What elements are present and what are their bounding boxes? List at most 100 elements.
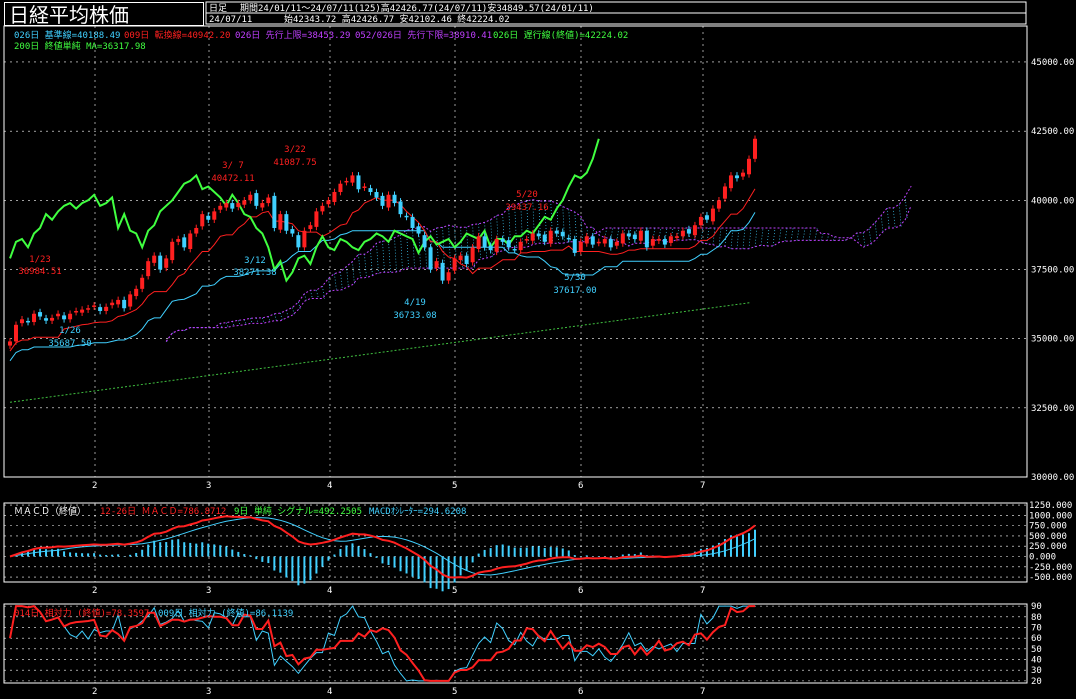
candle-body bbox=[266, 197, 271, 204]
macd-histogram-bar bbox=[754, 529, 756, 557]
candle-body bbox=[650, 239, 655, 246]
ichimoku-cloud-hatch bbox=[225, 322, 229, 328]
macd-histogram-bar bbox=[519, 547, 522, 557]
candle-body bbox=[470, 247, 475, 263]
macd-histogram-bar bbox=[39, 548, 42, 557]
candle-body bbox=[704, 215, 709, 220]
macd-histogram-bar bbox=[561, 548, 564, 557]
legend-macd-signal: 9日 単純 シグナル=492.2505 bbox=[234, 505, 362, 517]
candle-body bbox=[410, 216, 415, 228]
macd-histogram-bar bbox=[525, 547, 528, 557]
candle-body bbox=[488, 245, 493, 251]
candle-body bbox=[302, 230, 307, 248]
ichimoku-cloud-hatch bbox=[892, 207, 896, 229]
ichimoku-cloud-hatch bbox=[448, 225, 451, 269]
candle-body bbox=[482, 236, 487, 248]
macd-histogram-bar bbox=[573, 555, 576, 557]
macd-histogram-bar bbox=[93, 553, 96, 557]
candle-body bbox=[272, 195, 277, 228]
candle-body bbox=[476, 236, 481, 250]
macd-histogram-bar bbox=[501, 544, 504, 557]
macd-histogram-bar bbox=[327, 556, 330, 561]
candle-body bbox=[182, 237, 187, 248]
candle-body bbox=[380, 195, 385, 206]
ichimoku-cloud-hatch bbox=[340, 271, 343, 291]
candle-body bbox=[104, 306, 109, 311]
candle-body bbox=[512, 249, 517, 251]
ichimoku-cloud-hatch bbox=[706, 227, 710, 244]
ichimoku-cloud-hatch bbox=[886, 207, 890, 229]
rsi-x-tick-label: 3 bbox=[206, 687, 211, 697]
macd-y-tick-label: -250.000 bbox=[1029, 563, 1072, 573]
ichimoku-cloud-hatch bbox=[808, 227, 812, 241]
candle-body bbox=[446, 272, 451, 281]
macd-histogram-bar bbox=[303, 556, 306, 584]
macd-histogram-bar bbox=[465, 556, 468, 571]
macd-histogram-bar bbox=[183, 542, 186, 557]
ichimoku-cloud-hatch bbox=[802, 227, 806, 241]
macd-histogram-bar bbox=[231, 549, 234, 557]
ichimoku-cloud-hatch bbox=[376, 243, 379, 274]
macd-histogram-bar bbox=[63, 551, 66, 557]
ichimoku-cloud-hatch bbox=[778, 227, 782, 243]
price-annotation-value: 35687.50 bbox=[48, 339, 91, 349]
price-annotation-date: 1/23 bbox=[29, 255, 51, 265]
macd-histogram-bar bbox=[387, 556, 390, 565]
candle-body bbox=[326, 200, 331, 205]
macd-histogram-bar bbox=[279, 556, 282, 573]
macd-histogram-bar bbox=[99, 554, 102, 557]
macd-histogram-bar bbox=[195, 543, 198, 557]
candle-body bbox=[356, 175, 361, 190]
legend-senkou-b: 052/026日 先行下限=38910.41 bbox=[355, 29, 492, 41]
candle-body bbox=[548, 230, 553, 244]
candle-body bbox=[368, 188, 373, 193]
price-y-tick-label: 30000.00 bbox=[1031, 473, 1074, 483]
macd-histogram-bar bbox=[537, 546, 540, 557]
price-x-tick-label: 2 bbox=[92, 481, 97, 491]
candle-body bbox=[578, 241, 583, 252]
candle-body bbox=[662, 239, 667, 245]
candle-body bbox=[554, 230, 559, 234]
rsi-x-tick-label: 4 bbox=[327, 687, 332, 697]
candle-body bbox=[134, 288, 139, 297]
candle-body bbox=[632, 234, 637, 240]
candle-body bbox=[332, 192, 337, 202]
macd-histogram-bar bbox=[471, 556, 474, 563]
ichimoku-cloud-hatch bbox=[292, 307, 295, 316]
macd-histogram-bar bbox=[285, 556, 288, 578]
ichimoku-cloud-hatch bbox=[754, 227, 758, 247]
candle-body bbox=[668, 236, 673, 243]
candle-body bbox=[716, 200, 721, 209]
candle-body bbox=[140, 277, 145, 289]
price-annotation-date: 3/22 bbox=[284, 145, 306, 155]
macd-x-tick-label: 6 bbox=[578, 586, 583, 596]
rsi-y-tick-label: 40 bbox=[1031, 656, 1042, 666]
candle-body bbox=[494, 239, 499, 252]
chart-svg: 日足 期間24/01/11～24/07/11(125)高42426.77(24/0… bbox=[3, 1, 1074, 697]
candle-body bbox=[753, 138, 757, 159]
macd-x-tick-label: 7 bbox=[700, 586, 705, 596]
candle-body bbox=[236, 203, 241, 207]
candle-body bbox=[680, 230, 685, 237]
ichimoku-cloud-hatch bbox=[370, 250, 373, 277]
macd-histogram-bar bbox=[261, 556, 264, 562]
macd-histogram-bar bbox=[609, 556, 612, 558]
candle-body bbox=[200, 214, 205, 227]
macd-y-tick-label: 1250.000 bbox=[1029, 501, 1072, 511]
macd-histogram-bar bbox=[393, 556, 396, 568]
candle-body bbox=[710, 208, 715, 222]
macd-histogram-bar bbox=[189, 542, 192, 557]
candle-body bbox=[212, 211, 217, 220]
macd-histogram-bar bbox=[381, 556, 384, 564]
price-y-tick-label: 40000.00 bbox=[1031, 196, 1074, 206]
candle-body bbox=[416, 226, 421, 234]
price-annotation-date: 3/ 7 bbox=[222, 161, 244, 171]
price-annotation-date: 3/12 bbox=[244, 256, 266, 266]
candle-body bbox=[386, 194, 391, 208]
macd-histogram-bar bbox=[129, 554, 132, 557]
price-y-tick-label: 35000.00 bbox=[1031, 335, 1074, 345]
price-annotation-date: 5/20 bbox=[516, 190, 538, 200]
candle-body bbox=[170, 241, 175, 261]
macd-histogram-bar bbox=[417, 556, 420, 579]
candle-body bbox=[80, 309, 85, 313]
